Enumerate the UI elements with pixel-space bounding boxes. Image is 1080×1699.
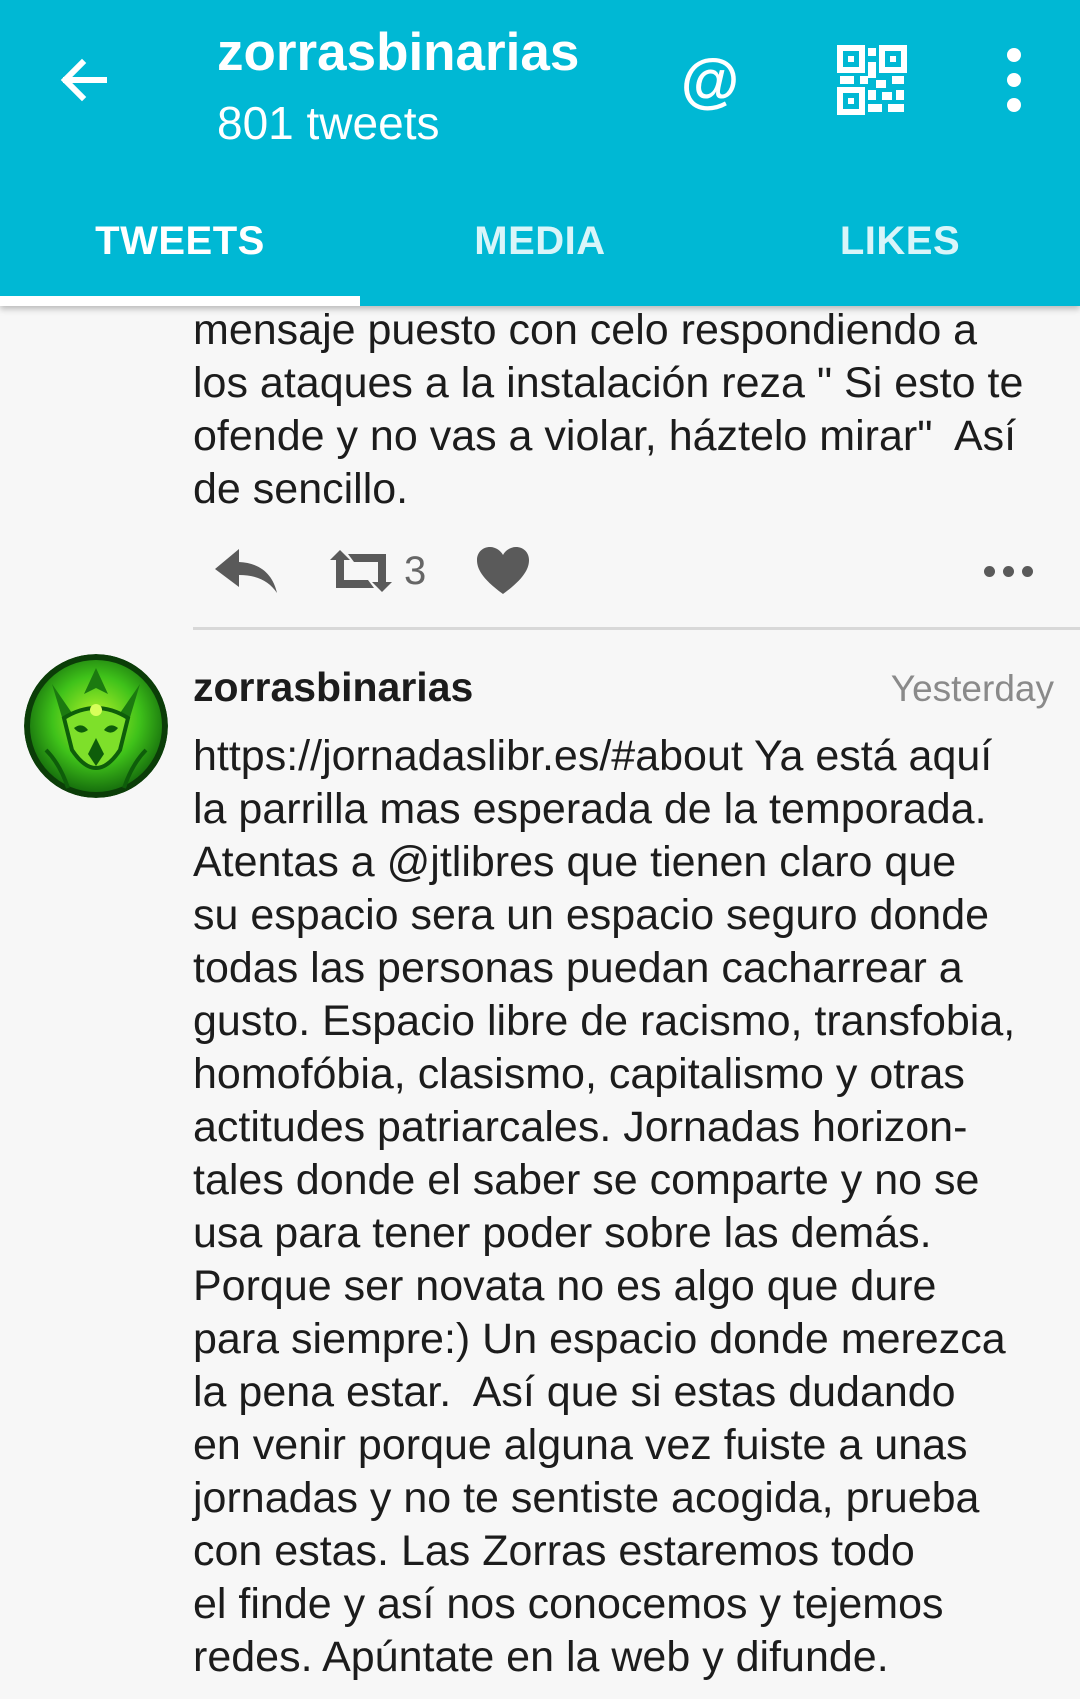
tweet-count: 801 tweets (217, 97, 440, 149)
tab-media[interactable]: MEDIA (360, 186, 720, 296)
arrow-left-icon (60, 58, 107, 102)
like-button[interactable] (475, 536, 545, 606)
back-button[interactable] (44, 40, 124, 120)
mentions-button[interactable]: @ (668, 38, 752, 122)
reply-icon (215, 549, 277, 593)
tab-tweets[interactable]: TWEETS (0, 186, 360, 296)
more-horizontal-icon (983, 565, 1033, 577)
profile-title: zorrasbinarias (217, 23, 580, 82)
tweet-text: https://jornadaslibr.es/#about Ya está a… (193, 732, 1016, 1681)
tab-likes[interactable]: LIKES (720, 186, 1080, 296)
tweet-author-name[interactable]: zorrasbinarias (193, 664, 473, 711)
tweet-actions: 3 (193, 536, 1043, 606)
reply-button[interactable] (213, 536, 293, 606)
retweet-icon (330, 550, 392, 592)
overflow-menu-button[interactable] (990, 48, 1038, 112)
tweet-divider (193, 627, 1080, 630)
tweet-text: mensaje puesto con celo respondiendo a l… (193, 306, 1024, 513)
fox-avatar-icon (24, 654, 168, 798)
tweet-timestamp: Yesterday (890, 668, 1054, 709)
qr-code-button[interactable] (836, 44, 908, 116)
avatar[interactable] (24, 654, 168, 798)
tweet-overflow-button[interactable] (973, 536, 1043, 606)
retweet-count: 3 (404, 548, 427, 593)
app-bar: zorrasbinarias 801 tweets @ TWEETS MEDIA… (0, 0, 1080, 306)
profile-tabs: TWEETS MEDIA LIKES (0, 186, 1080, 306)
active-tab-indicator (0, 296, 360, 306)
app-root: zorrasbinarias 801 tweets @ TWEETS MEDIA… (0, 0, 1080, 1699)
at-sign-icon: @ (680, 46, 740, 114)
retweet-button[interactable]: 3 (328, 536, 458, 606)
more-vertical-icon (1007, 48, 1021, 62)
qr-code-icon (837, 45, 907, 115)
tweet-list[interactable]: mensaje puesto con celo respondiendo a l… (0, 306, 1080, 1699)
heart-icon (477, 547, 529, 594)
